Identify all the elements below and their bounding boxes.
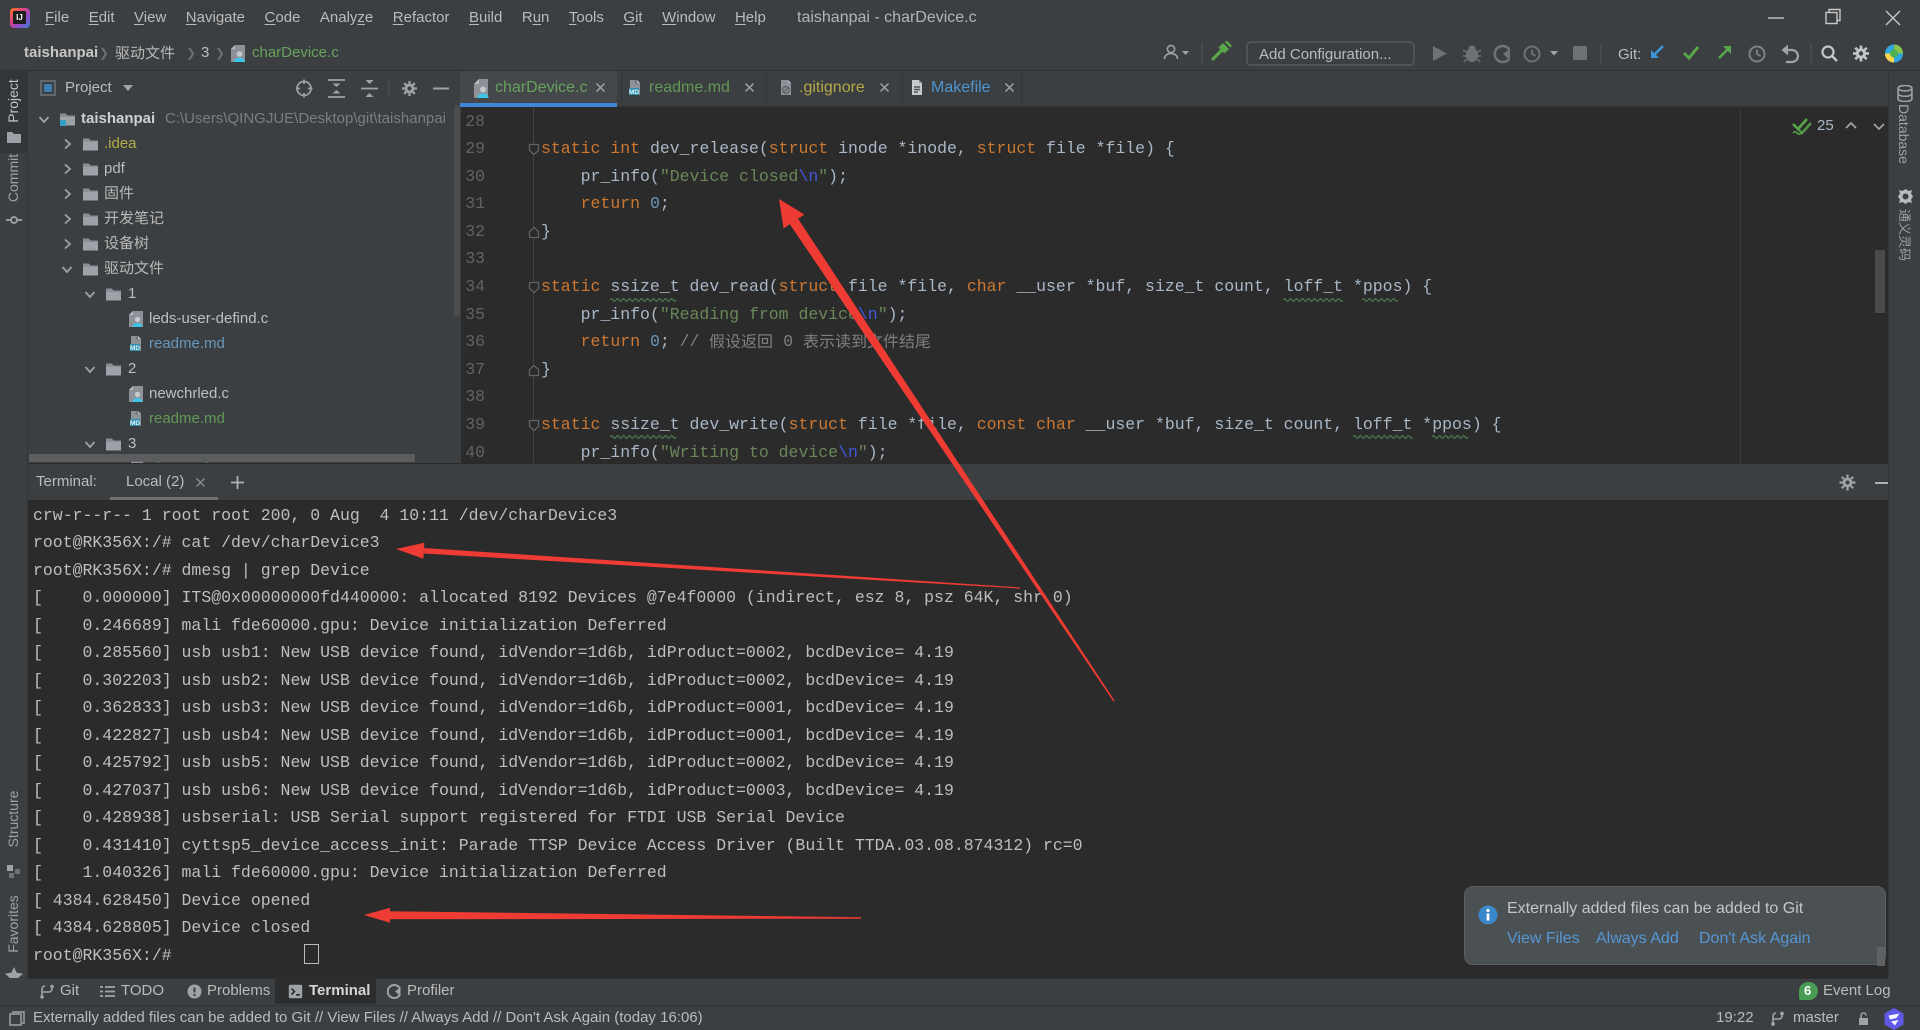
svg-text:MD: MD — [130, 344, 140, 351]
svg-text:MD: MD — [629, 89, 639, 96]
svg-text:MD: MD — [130, 419, 140, 426]
svg-text:Git:: Git: — [1618, 46, 1641, 63]
svg-text:Add Configuration...: Add Configuration... — [1259, 46, 1392, 63]
